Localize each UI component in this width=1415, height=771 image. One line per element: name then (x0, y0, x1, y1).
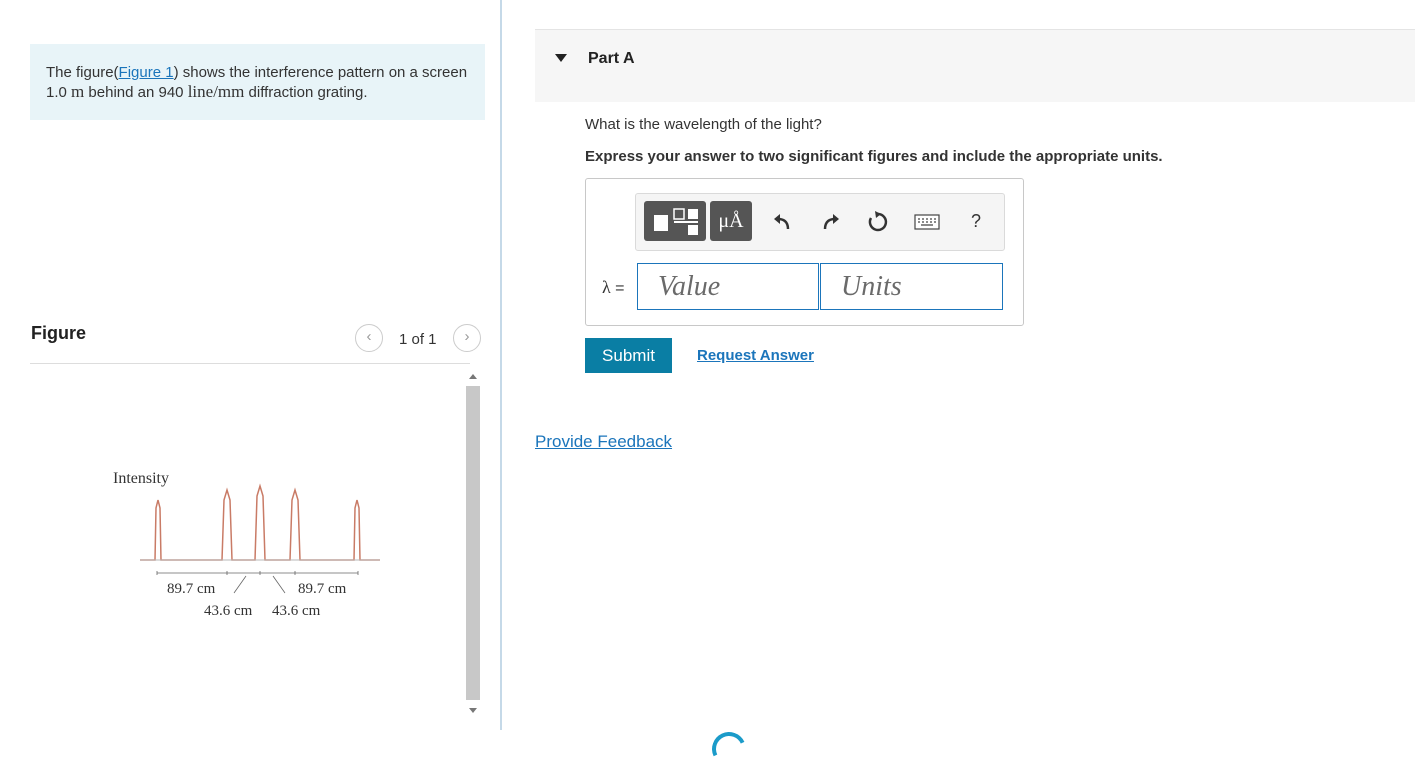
leader-right (272, 575, 286, 594)
problem-text-3: behind an 940 (84, 84, 188, 101)
unit-line-per-mm: line/mm (187, 82, 245, 101)
chevron-left-icon: ‹ (366, 328, 372, 345)
question-text: What is the wavelength of the light? (585, 116, 822, 133)
dim-outer-right-label: 89.7 cm (298, 581, 347, 597)
reset-button[interactable] (863, 203, 893, 239)
scroll-up-icon[interactable] (469, 374, 477, 379)
figure-title: Figure (31, 323, 87, 343)
value-input[interactable] (637, 263, 819, 310)
part-a-header[interactable]: Part A (535, 29, 1415, 102)
problem-text-1: The figure( (46, 64, 119, 81)
submit-button[interactable]: Submit (585, 338, 672, 373)
loading-spinner-icon (707, 727, 751, 771)
figure-divider (30, 363, 470, 364)
units-input[interactable] (820, 263, 1003, 310)
lambda-label: λ = (602, 277, 625, 298)
keyboard-icon (914, 214, 940, 230)
problem-text-4: diffraction grating. (244, 84, 368, 101)
scroll-thumb[interactable] (466, 386, 480, 700)
dim-inner-left-label: 43.6 cm (204, 603, 253, 619)
help-button[interactable]: ? (961, 203, 991, 239)
dim-inner-right-label: 43.6 cm (272, 603, 321, 619)
redo-icon (823, 213, 839, 229)
figure-scrollbar[interactable] (464, 368, 482, 720)
pane-divider[interactable] (500, 0, 502, 730)
equals-sign: = (610, 280, 625, 297)
intensity-curve (140, 483, 380, 561)
prev-figure-button[interactable]: ‹ (355, 324, 383, 352)
next-figure-button[interactable]: › (453, 324, 481, 352)
part-title: Part A (588, 50, 635, 67)
request-answer-link[interactable]: Request Answer (697, 347, 814, 364)
scroll-down-icon[interactable] (469, 708, 477, 713)
instruction-text: Express your answer to two significant f… (585, 148, 1163, 165)
figure-page-count: 1 of 1 (399, 331, 437, 348)
triangle-down-icon[interactable] (555, 54, 567, 62)
chevron-right-icon: › (464, 328, 470, 345)
figure-link[interactable]: Figure 1 (119, 64, 174, 81)
math-toolbar: μÅ ? (635, 193, 1005, 251)
lambda-symbol: λ (602, 277, 611, 297)
provide-feedback-link[interactable]: Provide Feedback (535, 432, 672, 452)
units-button[interactable]: μÅ (710, 201, 752, 241)
templates-button[interactable] (644, 201, 706, 241)
reset-icon (868, 210, 888, 231)
problem-statement: The figure(Figure 1) shows the interfere… (30, 44, 485, 120)
undo-icon (774, 213, 790, 229)
unit-meter: m (71, 82, 85, 101)
dim-outer-left-label: 89.7 cm (167, 581, 216, 597)
undo-button[interactable] (767, 203, 797, 239)
left-pane: The figure(Figure 1) shows the interfere… (0, 0, 500, 741)
keyboard-button[interactable] (912, 203, 942, 239)
figure-ylabel: Intensity (113, 470, 169, 487)
answer-box: μÅ ? λ = (585, 178, 1024, 326)
leader-left (233, 575, 247, 594)
interference-figure: Intensity 89.7 cm 89.7 cm 43.6 cm 43.6 c… (113, 470, 380, 619)
templates-icon (654, 208, 698, 235)
redo-button[interactable] (816, 203, 846, 239)
